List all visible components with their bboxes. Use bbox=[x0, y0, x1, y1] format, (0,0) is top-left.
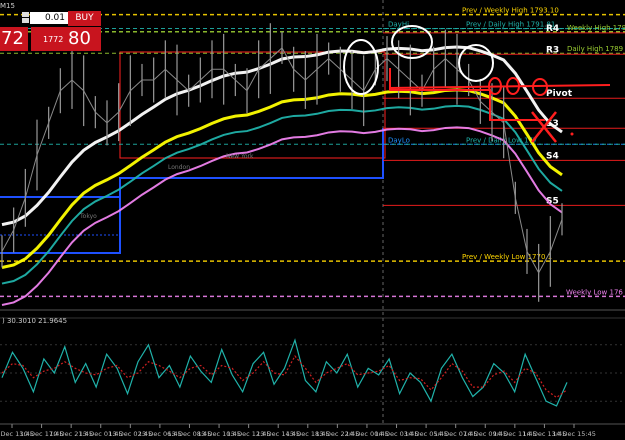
osc-signal-line bbox=[1, 355, 568, 399]
buy-price-box[interactable]: 1772 80 bbox=[31, 27, 101, 51]
level-label: Prev / Weekly High 1793.10 bbox=[462, 7, 559, 15]
level-label: DayLo bbox=[388, 136, 410, 144]
chart-canvas: Prev / Weekly High 1793.10DayHi Prev / Da… bbox=[0, 0, 625, 438]
annotations bbox=[343, 25, 611, 143]
quantity-down-arrow-icon[interactable] bbox=[22, 18, 29, 23]
symbol-label: M15 bbox=[0, 2, 15, 10]
oscillator-header: ) 30.3010 21.9645 bbox=[2, 317, 67, 325]
time-tick-label: 14 Dec 15:45 bbox=[552, 430, 596, 438]
session-box-red bbox=[119, 51, 386, 159]
time-ticks: 10 Dec 13:4510 Dec 17:4510 Dec 21:4513 D… bbox=[0, 424, 596, 438]
session-label-tokyo: Tokyo bbox=[79, 213, 97, 220]
session-box-tokyo bbox=[0, 196, 121, 254]
level-label: S4 bbox=[546, 151, 559, 161]
annotation-circle bbox=[343, 39, 379, 95]
level-label: Weekly High 179 bbox=[567, 24, 625, 32]
level-label: Weekly Low 176 bbox=[566, 288, 623, 296]
sell-price-tail: 72 bbox=[1, 28, 24, 49]
level-label: Pivot bbox=[546, 89, 573, 99]
quantity-input[interactable]: 0.01 bbox=[30, 12, 68, 24]
one-click-trading-panel: 0.01 BUY 72 1772 80 bbox=[0, 11, 101, 51]
level-label: R3 bbox=[546, 45, 559, 55]
level-label: Daily High 1789 bbox=[567, 45, 623, 53]
buy-button[interactable]: BUY bbox=[68, 11, 101, 26]
session-label-london: London bbox=[168, 164, 190, 171]
buy-price-small: 1772 bbox=[43, 35, 64, 44]
annotation-circle bbox=[391, 25, 433, 59]
annotation-red-bracket bbox=[389, 68, 545, 121]
session-label-new-york: New York bbox=[226, 153, 254, 160]
level-label: R4 bbox=[546, 24, 559, 34]
quantity-up-arrow-icon[interactable] bbox=[22, 12, 29, 17]
sell-price-box[interactable]: 72 bbox=[0, 27, 28, 51]
buy-price-big: 80 bbox=[68, 28, 91, 49]
moving-averages bbox=[1, 45, 563, 306]
level-label: Prev / Daily High 1791.81 bbox=[466, 20, 555, 28]
annotation-dot bbox=[570, 132, 574, 136]
oscillator-series bbox=[0, 338, 625, 407]
